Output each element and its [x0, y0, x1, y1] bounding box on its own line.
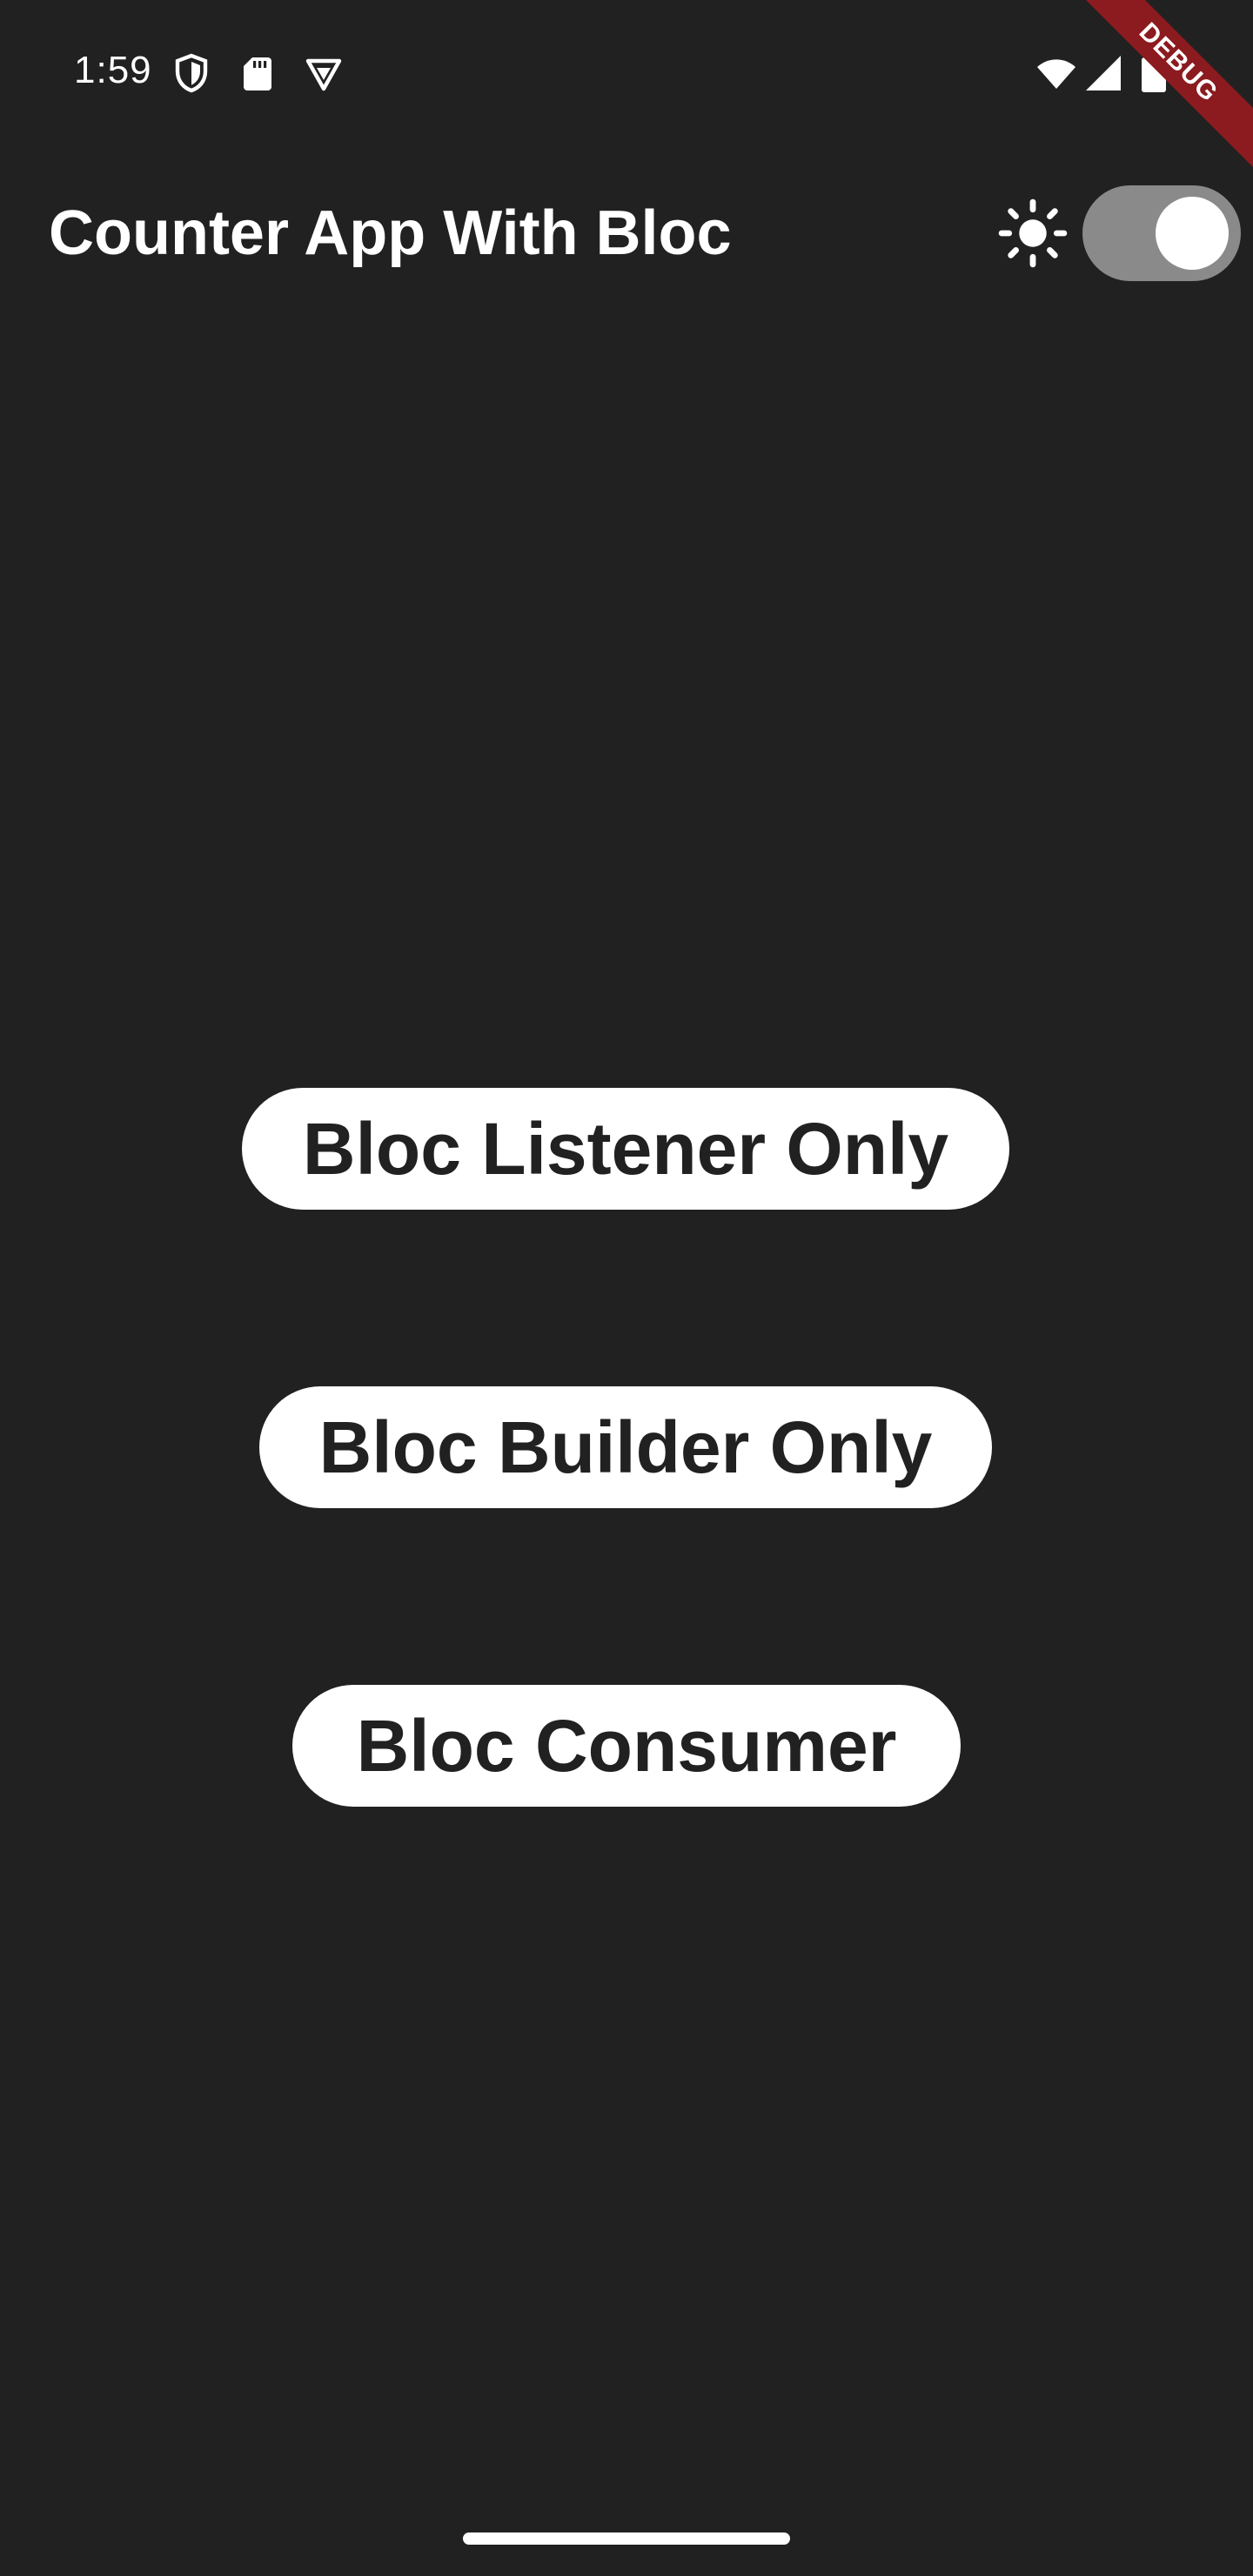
bloc-builder-button[interactable]: Bloc Builder Only: [259, 1386, 992, 1508]
bloc-listener-button[interactable]: Bloc Listener Only: [242, 1088, 1009, 1210]
sd-card-icon: [237, 52, 278, 94]
bloc-consumer-button[interactable]: Bloc Consumer: [292, 1685, 961, 1807]
signal-icon: [1082, 52, 1124, 94]
sun-icon: [997, 198, 1069, 269]
app-bar: Counter App With Bloc: [0, 148, 1253, 318]
page-title: Counter App With Bloc: [49, 198, 732, 268]
status-time: 1:59: [74, 49, 152, 91]
shield-icon: [171, 52, 212, 94]
theme-toggle[interactable]: [1082, 185, 1241, 281]
status-bar: 1:59: [0, 0, 1253, 148]
gesture-nav-bar[interactable]: [463, 2532, 790, 2545]
vpn-icon: [303, 52, 345, 94]
main-content: Bloc Listener Only Bloc Builder Only Blo…: [0, 318, 1253, 2493]
battery-icon: [1136, 52, 1171, 94]
toggle-thumb[interactable]: [1156, 197, 1229, 270]
wifi-icon: [1032, 52, 1081, 94]
